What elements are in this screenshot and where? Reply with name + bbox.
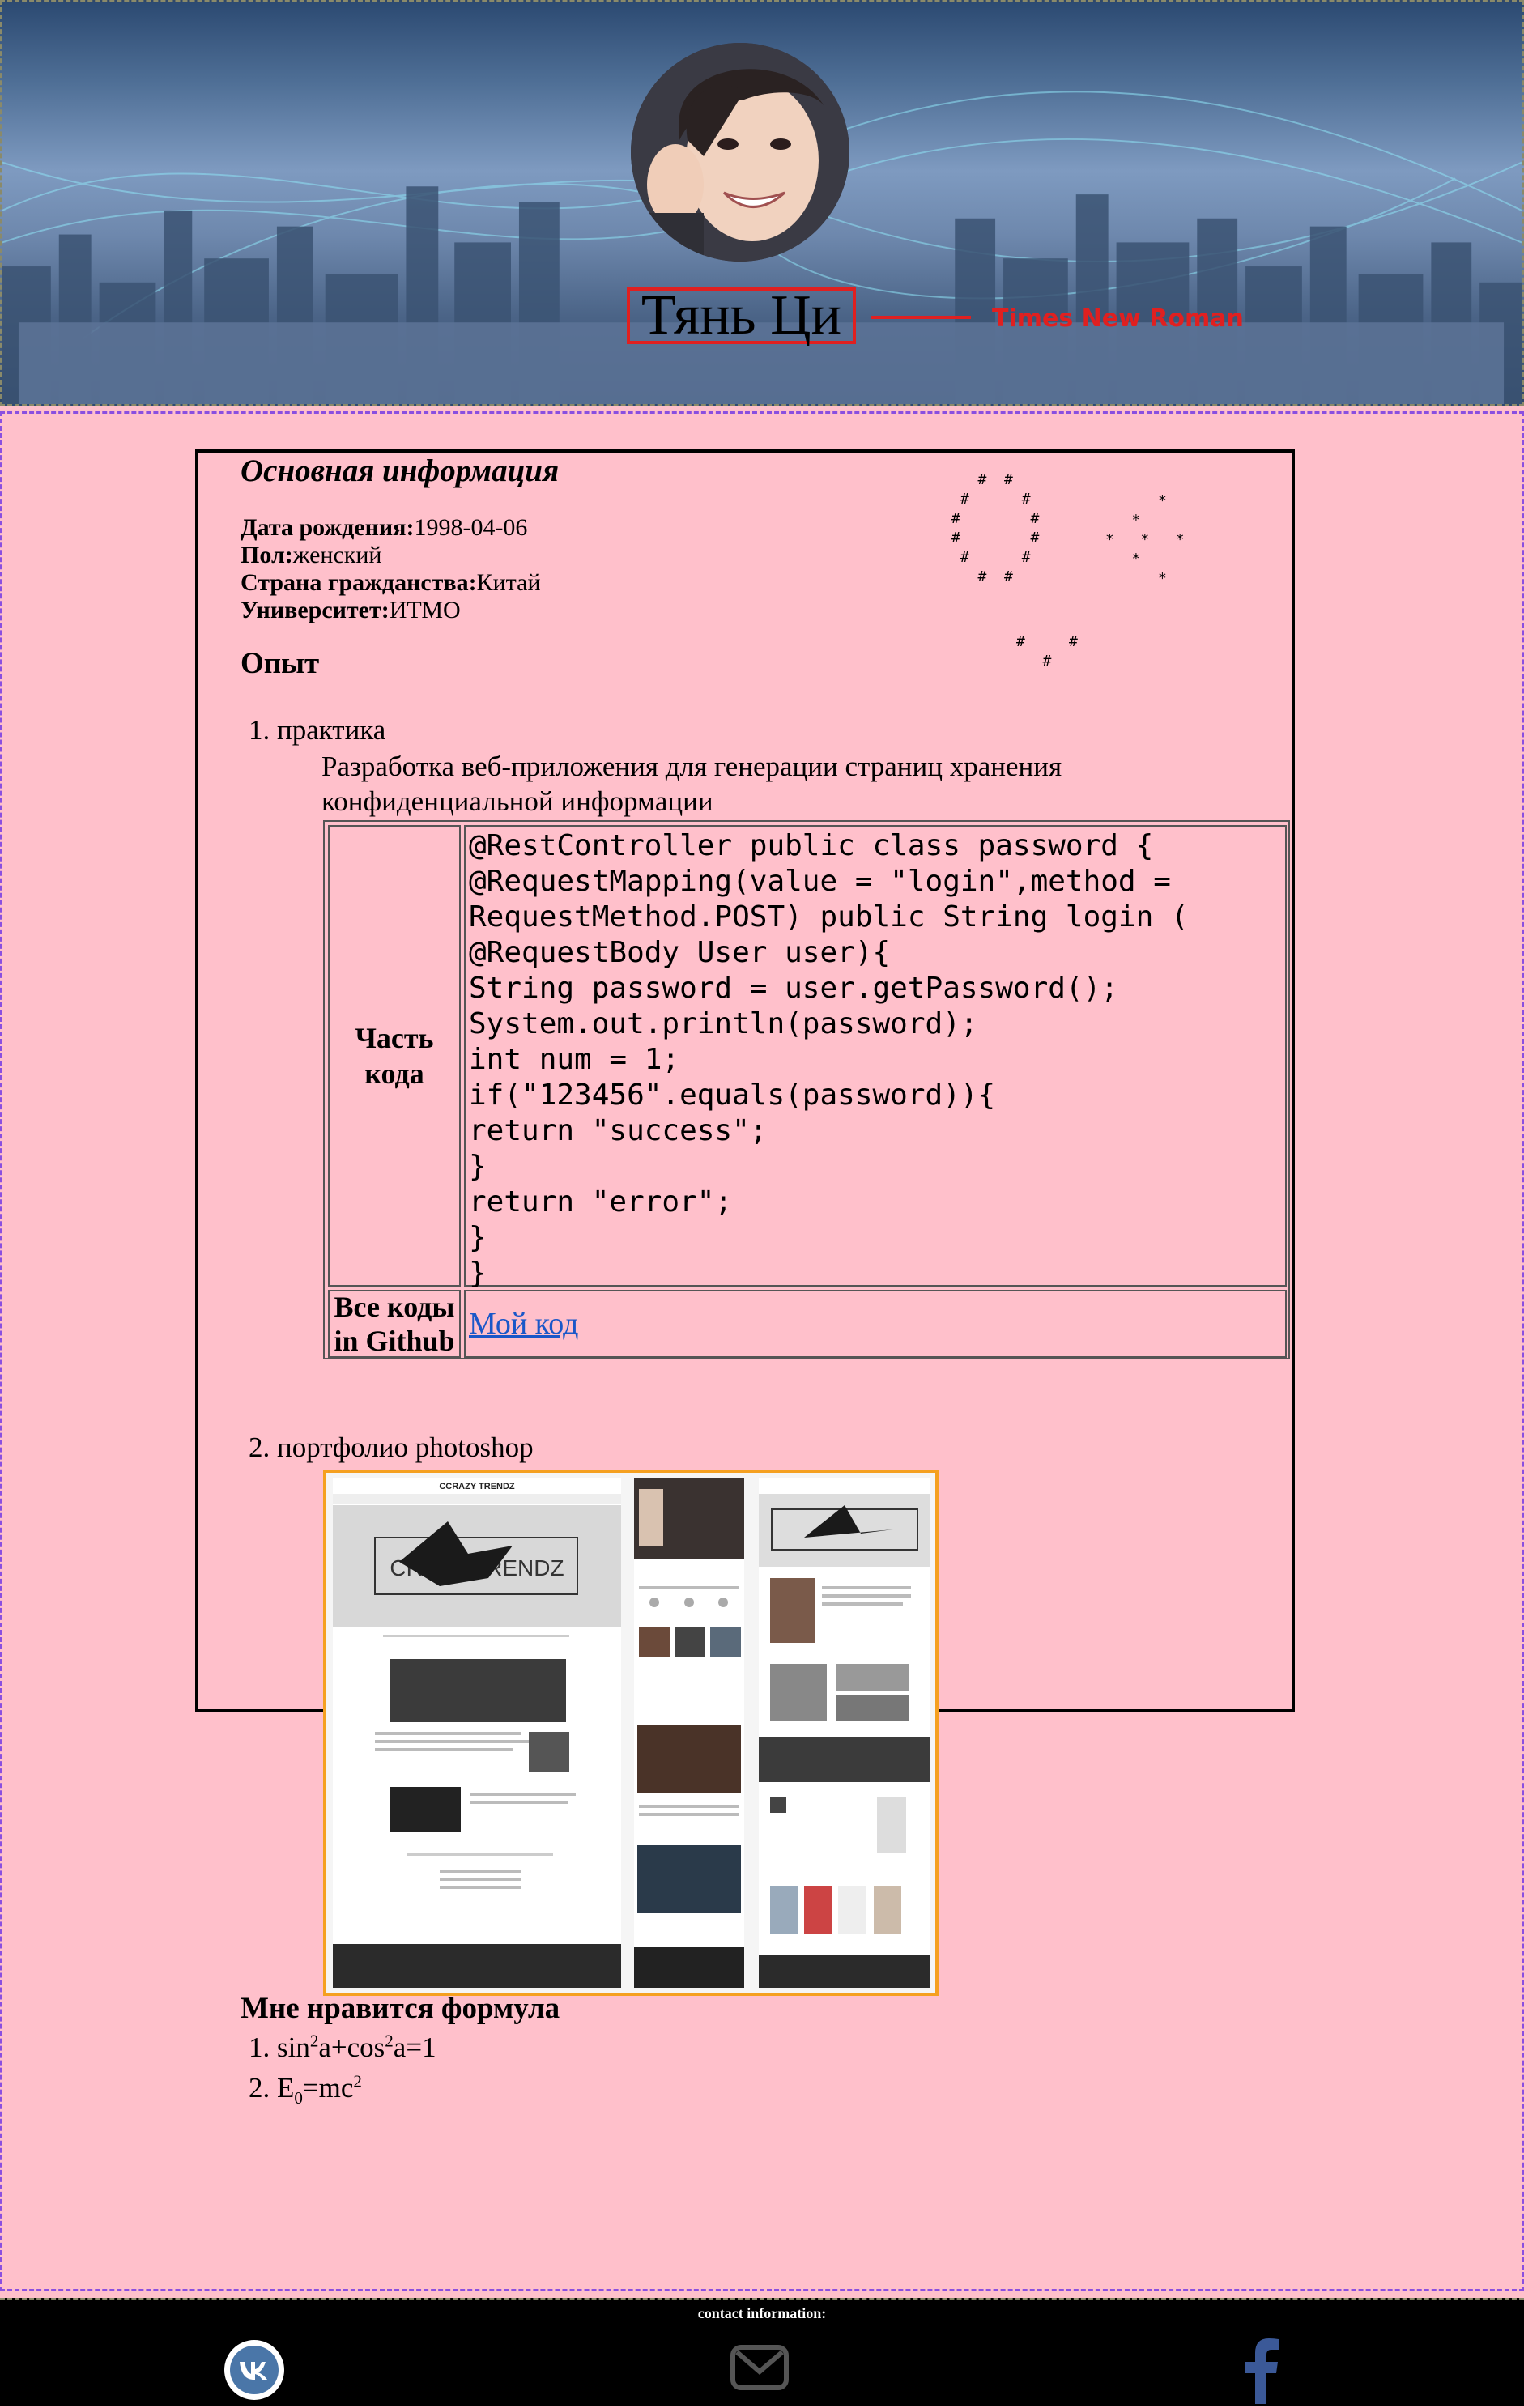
formula-text: sin2a+cos2a=1	[277, 2031, 436, 2063]
ascii-decoration-ring: # # # # # # # # # # # #	[951, 471, 1040, 585]
formula-title: Мне нравится формула	[241, 1992, 560, 2025]
code-line: }	[469, 1221, 487, 1254]
ascii-decoration-star: * * * * * * *	[1105, 492, 1185, 587]
info-label: Пол:	[241, 542, 293, 568]
code-snippet: @RestController public class password {@…	[469, 828, 1282, 1291]
code-table: Часть кода @RestController public class …	[323, 820, 1290, 1359]
header-banner: Тянь Ци Times New Roman	[0, 0, 1524, 406]
contact-title: contact information:	[697, 2305, 827, 2321]
font-annotation-line	[871, 316, 971, 319]
list-number: 2.	[249, 1432, 270, 1463]
code-line: return "success";	[469, 1114, 768, 1147]
info-label: Страна гражданства:	[241, 569, 477, 596]
code-line: @RequestMapping(value = "login",method =	[469, 865, 1171, 898]
list-number: 1.	[249, 714, 270, 746]
avatar	[631, 43, 849, 262]
main-section: Основная информация Дата рождения:1998-0…	[0, 411, 1524, 2291]
code-line: int num = 1;	[469, 1043, 680, 1076]
font-annotation-label: Times New Roman	[992, 304, 1244, 333]
info-country: Страна гражданства:Китай	[241, 569, 541, 597]
list-number: 1.	[249, 2031, 270, 2063]
facebook-icon[interactable]	[1244, 2336, 1279, 2408]
code-line: }	[469, 1150, 487, 1183]
footer: contact information:	[0, 2298, 1524, 2406]
list-label: портфолио photoshop	[277, 1432, 534, 1463]
formula-item-2: 2. E0=mc2	[249, 2071, 362, 2108]
info-value: женский	[292, 542, 382, 568]
formula-item-1: 1. sin2a+cos2a=1	[249, 2031, 436, 2064]
info-university: Университет:ИТМО	[241, 597, 461, 624]
code-line: String password = user.getPassword();	[469, 972, 1118, 1005]
github-label-cell: Все коды in Github	[328, 1290, 461, 1358]
info-value: 1998-04-06	[414, 514, 528, 541]
github-link[interactable]: Мой код	[469, 1306, 578, 1342]
code-line: RequestMethod.POST) public String login …	[469, 900, 1189, 934]
info-value: ИТМО	[389, 597, 461, 623]
code-line: @RestController public class password {	[469, 829, 1154, 862]
resume-content: Основная информация Дата рождения:1998-0…	[195, 449, 1295, 2107]
code-snippet-cell: @RestController public class password {@…	[464, 825, 1287, 1290]
portfolio-brand: CCRAZY TRENDZ	[439, 1482, 515, 1491]
portfolio-page-desktop: CCRAZY TRENDZ CRAZY TRENDZ	[333, 1478, 621, 1988]
vk-icon[interactable]	[223, 2339, 285, 2405]
info-gender: Пол:женский	[241, 542, 381, 569]
ascii-decoration-arc: # # #	[1016, 633, 1078, 670]
portfolio-page-tablet	[759, 1478, 930, 1988]
code-line: }	[469, 1257, 487, 1290]
name-heading-box: Тянь Ци	[627, 287, 856, 344]
practice-description: Разработка веб-приложения для генерации …	[321, 751, 1062, 817]
code-line: System.out.println(password);	[469, 1007, 978, 1040]
code-line: if("123456".equals(password)){	[469, 1078, 996, 1112]
portfolio-image: CCRAZY TRENDZ CRAZY TRENDZ	[323, 1470, 939, 1996]
list-item-portfolio: 2. портфолио photoshop	[249, 1432, 534, 1464]
formula-text: E0=mc2	[277, 2071, 362, 2108]
basic-info-title: Основная информация	[241, 453, 560, 488]
list-number: 2.	[249, 2072, 270, 2104]
experience-title: Опыт	[241, 647, 320, 680]
code-line: return "error";	[469, 1185, 733, 1219]
info-birthdate: Дата рождения:1998-04-06	[241, 514, 527, 542]
list-label: практика	[277, 714, 386, 746]
mail-icon[interactable]	[729, 2342, 790, 2397]
portfolio-page-mobile	[634, 1478, 744, 1988]
github-link-cell: Мой код	[464, 1290, 1287, 1358]
info-label: Дата рождения:	[241, 514, 415, 541]
name-heading: Тянь Ци	[641, 284, 842, 347]
list-item-practice: 1. практика	[249, 714, 385, 747]
info-value: Китай	[476, 569, 541, 596]
code-label-cell: Часть кода	[328, 825, 461, 1287]
code-line: @RequestBody User user){	[469, 936, 891, 969]
info-label: Университет:	[241, 597, 390, 623]
